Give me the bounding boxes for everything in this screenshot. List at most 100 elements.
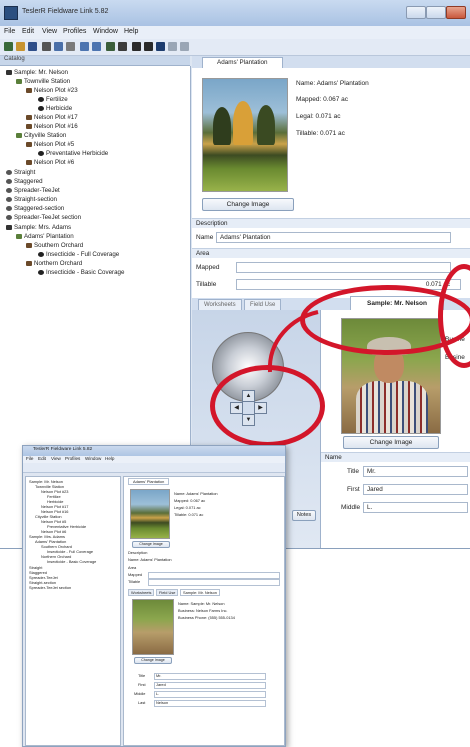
tree-item[interactable]: Spreader-TeeJet [6,186,60,195]
inset-menu-help[interactable]: Help [105,456,114,461]
spray-icon [38,150,44,156]
inset-name-line: Name: Adams' Plantation [128,557,172,562]
new-icon[interactable] [4,42,13,51]
inset-first-input[interactable] [154,682,266,689]
tree-item[interactable]: Straight-section [6,195,57,204]
tree-item[interactable]: Nelson Plot #16 [26,122,78,131]
info-name: Name: Adams' Plantation [296,80,369,87]
inset-menu-bar: File Edit View Profiles Window Help [23,456,285,463]
name-label: Name [196,234,214,241]
menu-profiles[interactable]: Profiles [63,28,86,35]
inset-tree-item[interactable]: Spreader-TeeJet section [29,585,71,590]
title-input[interactable]: Mr. [363,466,468,477]
redo-icon[interactable] [92,42,101,51]
tree-item[interactable]: Adams' Plantation [16,232,74,241]
person-icon[interactable] [144,42,153,51]
inset-tillable-input[interactable] [148,579,280,586]
menu-file[interactable]: File [4,28,15,35]
inset-middle-input[interactable] [154,691,266,698]
settings-icon[interactable] [180,42,189,51]
tree-item[interactable]: Staggered-section [6,204,64,213]
mapped-input[interactable] [236,262,451,273]
spray-icon [38,269,44,275]
tree-item[interactable]: Sample: Mrs. Adams [6,223,71,232]
paste-icon[interactable] [66,42,75,51]
tractor-icon[interactable] [118,42,127,51]
inset-tab-sample-mr-nelson[interactable]: Sample: Mr. Nelson [180,589,220,596]
inset-profile-change-image-button[interactable]: Change Image [134,657,172,664]
tree-item[interactable]: Staggered [6,177,43,186]
inset-mapped-label: Mapped [128,572,143,577]
tree-item[interactable]: Cityville Station [16,131,66,140]
tree-item[interactable]: Nelson Plot #6 [26,158,74,167]
title-label: Title [347,468,360,475]
menu-window[interactable]: Window [93,28,118,35]
inset-area-header: Area [128,565,137,570]
tree-item[interactable]: Insecticide - Full Coverage [38,250,119,259]
copy-icon[interactable] [54,42,63,51]
document-panel: Name: Adams' Plantation Mapped: 0.067 ac… [192,68,470,308]
tree-shape [213,107,231,145]
inset-menu-file[interactable]: File [26,456,33,461]
name-group-header: Name [321,452,470,462]
inset-title-input[interactable] [154,673,266,680]
tree-item[interactable]: Preventative Herbicide [38,149,108,158]
tree-item[interactable]: Insecticide - Basic Coverage [38,268,124,277]
notes-tab[interactable]: Notes [292,510,316,521]
pattern-icon [6,169,12,175]
inset-tab-adams-plantation[interactable]: Adams' Plantation [128,478,170,485]
inset-catalog-tree[interactable]: Sample: Mr. Nelson Townville Station Nel… [25,476,121,746]
tab-adams-plantation[interactable]: Adams' Plantation [202,57,283,68]
menu-bar: File Edit View Profiles Window Help [0,26,470,39]
inset-mapped-input[interactable] [148,572,280,579]
middle-input[interactable]: L. [363,502,468,513]
change-image-button[interactable]: Change Image [202,198,294,211]
inset-menu-view[interactable]: View [51,456,61,461]
first-input[interactable]: Jared [363,484,468,495]
inset-last-input[interactable] [154,700,266,707]
field-icon [26,141,32,147]
close-button[interactable] [446,6,466,19]
field-icon[interactable] [106,42,115,51]
inset-middle-label: Middle [134,691,146,696]
change-image-button[interactable]: Change Image [343,436,439,449]
inset-menu-window[interactable]: Window [85,456,101,461]
tree-item[interactable]: Nelson Plot #23 [26,86,78,95]
menu-edit[interactable]: Edit [22,28,34,35]
chart-icon[interactable] [156,42,165,51]
maximize-button[interactable] [426,6,446,19]
menu-view[interactable]: View [42,28,57,35]
farm-icon [16,132,22,138]
inset-tree-item[interactable]: Insecticide - Basic Coverage [47,559,96,564]
farm-icon [16,233,22,239]
tree-item[interactable]: Townville Station [16,77,70,86]
globe-icon[interactable] [132,42,141,51]
minimize-button[interactable] [406,6,426,19]
save-icon[interactable] [28,42,37,51]
tree-item[interactable]: Spreader-TeeJet section [6,213,81,222]
inset-tab-worksheets[interactable]: Worksheets [128,589,155,596]
calendar-icon[interactable] [168,42,177,51]
inset-menu-edit[interactable]: Edit [38,456,46,461]
tree-item[interactable]: Nelson Plot #5 [26,140,74,149]
undo-icon[interactable] [80,42,89,51]
tree-item[interactable]: Northern Orchard [26,259,82,268]
inset-change-image-button[interactable]: Change Image [132,541,170,548]
farm-icon [16,78,22,84]
tree-item[interactable]: Straight [6,168,35,177]
inset-menu-profiles[interactable]: Profiles [65,456,80,461]
menu-help[interactable]: Help [124,28,138,35]
inset-tab-field-use[interactable]: Field Use [156,589,179,596]
cut-icon[interactable] [42,42,51,51]
tree-item[interactable]: Herbicide [38,104,72,113]
field-icon [26,123,32,129]
inset-info-legal: Legal: 0.071 ac [174,505,201,510]
inset-info-mapped: Mapped: 0.067 ac [174,498,206,503]
tree-item[interactable]: Nelson Plot #17 [26,113,78,122]
tree-item[interactable]: Sample: Mr. Nelson [6,68,68,77]
name-input[interactable]: Adams' Plantation [216,232,451,243]
tree-item[interactable]: Southern Orchard [26,241,83,250]
open-icon[interactable] [16,42,25,51]
tree-item[interactable]: Fertilize [38,95,68,104]
inset-profile-photo [132,599,174,655]
